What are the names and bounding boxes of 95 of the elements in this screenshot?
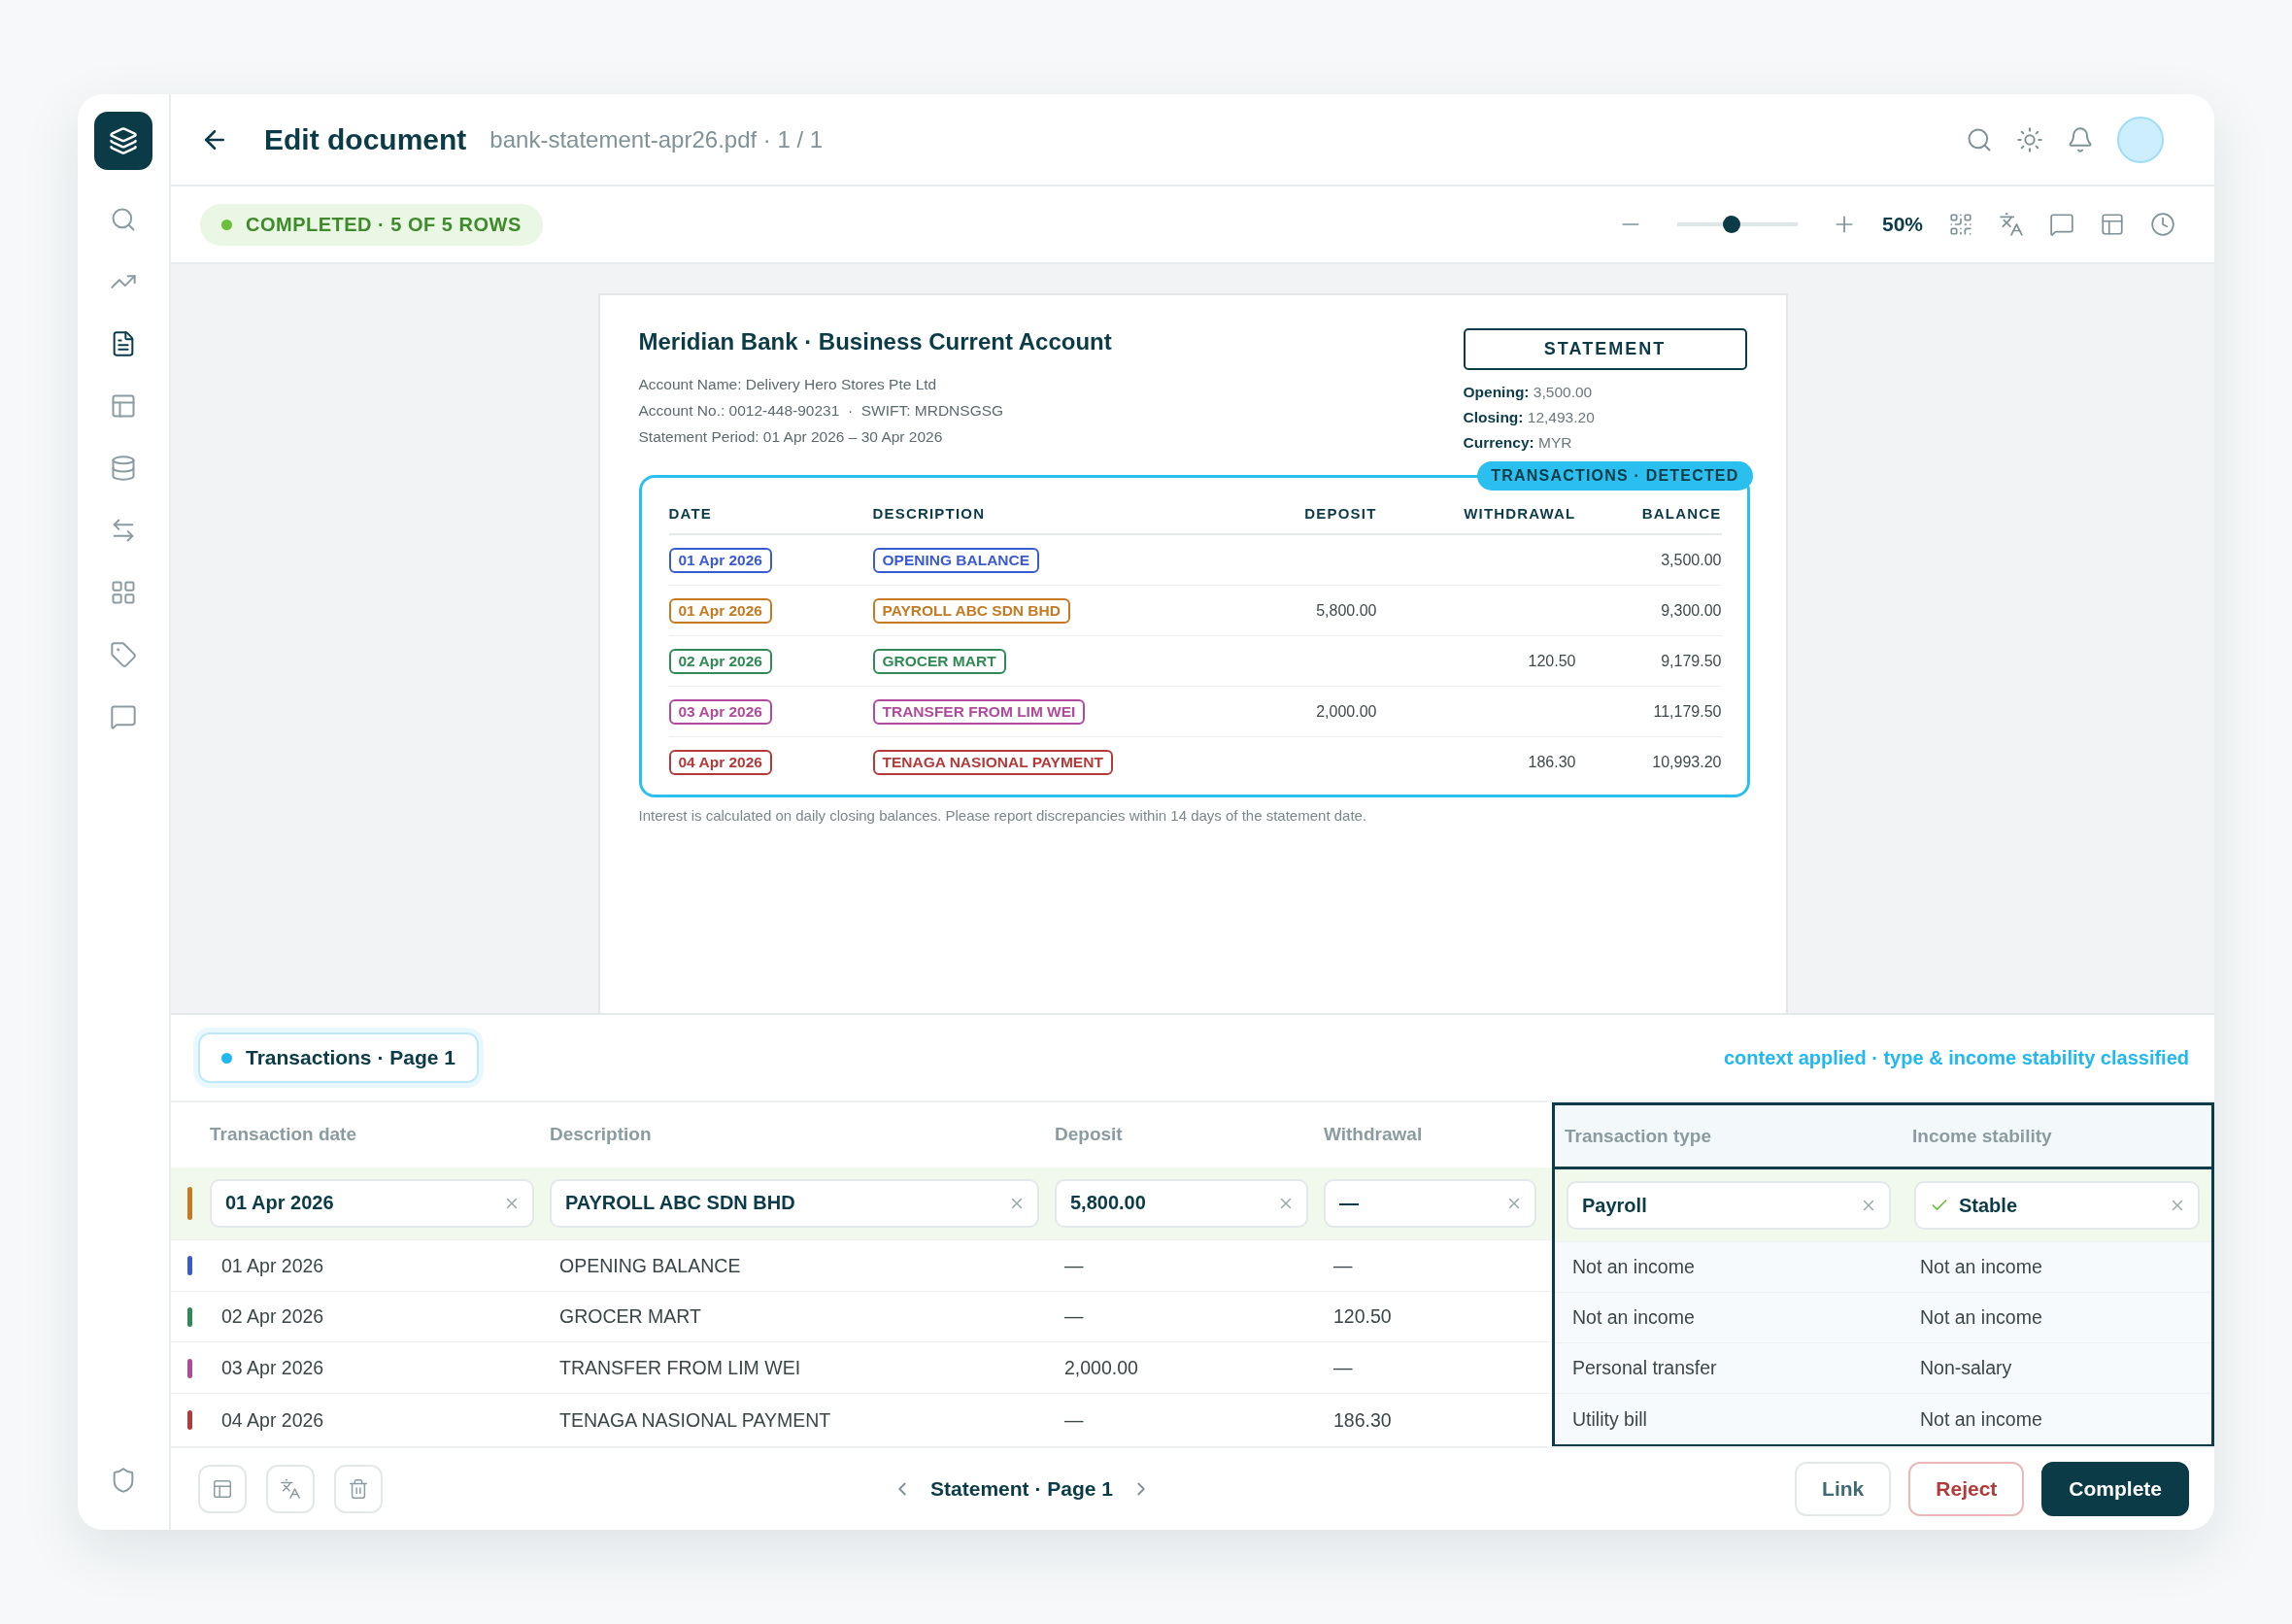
document-title: Meridian Bank · Business Current Account: [638, 328, 1112, 355]
column-header: Transaction type: [1565, 1125, 1711, 1147]
description-tag: TRANSFER FROM LIM WEI: [872, 698, 1086, 725]
table-cell: 01 Apr 2026: [221, 1254, 324, 1277]
translate-icon: [280, 1478, 301, 1500]
date-tag: 01 Apr 2026: [668, 547, 772, 573]
summary-line: Opening: 3,500.00: [1463, 383, 1594, 402]
table-cell: —: [1333, 1254, 1353, 1277]
classification-note: context applied · type & income stability classified: [1724, 1046, 2189, 1069]
layout-icon: [212, 1478, 233, 1500]
account-detail: Account No.: 0012-448-90231 · SWIFT: MRDNSGSG: [638, 401, 1005, 421]
description-tag: GROCER MART: [872, 648, 1006, 674]
page-indicator: Statement · Page 1: [930, 1477, 1113, 1501]
column-header: WITHDRAWAL: [1376, 493, 1576, 535]
account-detail: Statement Period: 01 Apr 2026 – 30 Apr 2026: [638, 427, 944, 447]
table-cell: TENAGA NASIONAL PAYMENT: [559, 1408, 831, 1432]
table-cell: GROCER MART: [559, 1305, 701, 1329]
column-header: DATE: [668, 493, 873, 535]
table-cell: —: [1333, 1357, 1353, 1380]
detected-badge: TRANSACTIONS · DETECTED: [1477, 461, 1753, 491]
date-tag: 02 Apr 2026: [668, 648, 772, 674]
file-name: bank-statement-apr26.pdf · 1 / 1: [489, 125, 824, 153]
slider-thumb[interactable]: [1722, 216, 1740, 233]
table-cell: —: [1064, 1254, 1084, 1277]
avatar[interactable]: [2117, 116, 2164, 163]
footnote: Interest is calculated on daily closing balances. Please report discrepancies within 14 days of the statement date.: [638, 807, 1368, 824]
table-cell: Not an income: [1920, 1306, 2042, 1329]
input-field[interactable]: —: [1324, 1178, 1536, 1228]
column-header: DEPOSIT: [1230, 493, 1377, 535]
status-badge: COMPLETED · 5 OF 5 ROWS: [200, 203, 543, 246]
table-cell: 186.30: [1528, 753, 1576, 771]
layout-button[interactable]: [198, 1465, 247, 1513]
table-cell: 5,800.00: [1316, 601, 1377, 620]
summary-line: Currency: MYR: [1463, 433, 1573, 453]
table-cell: Not an income: [1920, 1407, 2042, 1431]
sun-icon[interactable]: [2016, 125, 2043, 153]
table-cell: Not an income: [1572, 1306, 1695, 1329]
table-cell: Utility bill: [1572, 1407, 1647, 1431]
column-header: DESCRIPTION: [872, 493, 1231, 535]
table-cell: Personal transfer: [1572, 1357, 1717, 1379]
column-header: BALANCE: [1575, 493, 1722, 535]
column-header: Withdrawal: [1324, 1124, 1423, 1145]
bell-icon[interactable]: [2067, 125, 2094, 153]
input-field[interactable]: Payroll: [1567, 1181, 1891, 1230]
table-cell: —: [1064, 1408, 1084, 1432]
delete-button[interactable]: [334, 1465, 383, 1513]
column-header: Transaction date: [210, 1124, 356, 1145]
trash-icon: [348, 1478, 369, 1500]
qr-icon[interactable]: [1948, 212, 1973, 237]
table-cell: —: [1064, 1305, 1084, 1329]
clock-icon[interactable]: [2150, 212, 2175, 237]
table-cell: Not an income: [1572, 1256, 1695, 1278]
description-tag: OPENING BALANCE: [872, 547, 1040, 573]
primary-button[interactable]: Complete: [2041, 1462, 2189, 1516]
column-header: Deposit: [1055, 1124, 1123, 1145]
input-field[interactable]: Stable: [1914, 1181, 2200, 1230]
column-header: Description: [550, 1124, 652, 1145]
table-cell: 03 Apr 2026: [221, 1357, 324, 1380]
description-tag: PAYROLL ABC SDN BHD: [872, 597, 1070, 624]
page-title: Edit document: [264, 122, 467, 156]
table-cell: 04 Apr 2026: [221, 1408, 324, 1432]
table-cell: 10,993.20: [1652, 753, 1722, 771]
account-detail: Account Name: Delivery Hero Stores Pte Ltd: [638, 375, 938, 394]
translate-icon[interactable]: [1999, 212, 2024, 237]
table-cell: Not an income: [1920, 1256, 2042, 1278]
comment-icon[interactable]: [2049, 212, 2074, 237]
table-cell: 02 Apr 2026: [221, 1305, 324, 1329]
secondary-button[interactable]: Link: [1795, 1462, 1892, 1516]
table-cell: 186.30: [1333, 1408, 1392, 1432]
table-cell: OPENING BALANCE: [559, 1254, 741, 1277]
translate-button[interactable]: [266, 1465, 315, 1513]
summary-line: Closing: 12,493.20: [1463, 408, 1596, 427]
table-cell: 9,179.50: [1661, 652, 1722, 670]
description-tag: TENAGA NASIONAL PAYMENT: [872, 749, 1113, 775]
date-tag: 03 Apr 2026: [668, 698, 772, 725]
table-cell: TRANSFER FROM LIM WEI: [559, 1357, 801, 1380]
table-cell: 2,000.00: [1064, 1357, 1138, 1380]
layout-icon[interactable]: [2100, 212, 2125, 237]
table-cell: 9,300.00: [1661, 601, 1722, 620]
zoom-reading: 50%: [1881, 213, 1923, 236]
date-tag: 01 Apr 2026: [668, 597, 772, 624]
app-logo[interactable]: [94, 112, 152, 170]
table-cell: 3,500.00: [1661, 551, 1722, 569]
input-field[interactable]: PAYROLL ABC SDN BHD: [550, 1178, 1039, 1228]
table-cell: 120.50: [1528, 652, 1576, 670]
column-header: Income stability: [1912, 1125, 2052, 1147]
date-tag: 04 Apr 2026: [668, 749, 772, 775]
table-cell: 120.50: [1333, 1305, 1392, 1329]
table-cell: 2,000.00: [1316, 702, 1377, 721]
input-field[interactable]: 01 Apr 2026: [210, 1178, 534, 1228]
statement-label: STATEMENT: [1463, 328, 1747, 370]
reject-button[interactable]: Reject: [1908, 1462, 2025, 1516]
input-field[interactable]: 5,800.00: [1055, 1178, 1308, 1228]
table-cell: 11,179.50: [1653, 702, 1722, 721]
table-cell: Non-salary: [1920, 1357, 2012, 1379]
